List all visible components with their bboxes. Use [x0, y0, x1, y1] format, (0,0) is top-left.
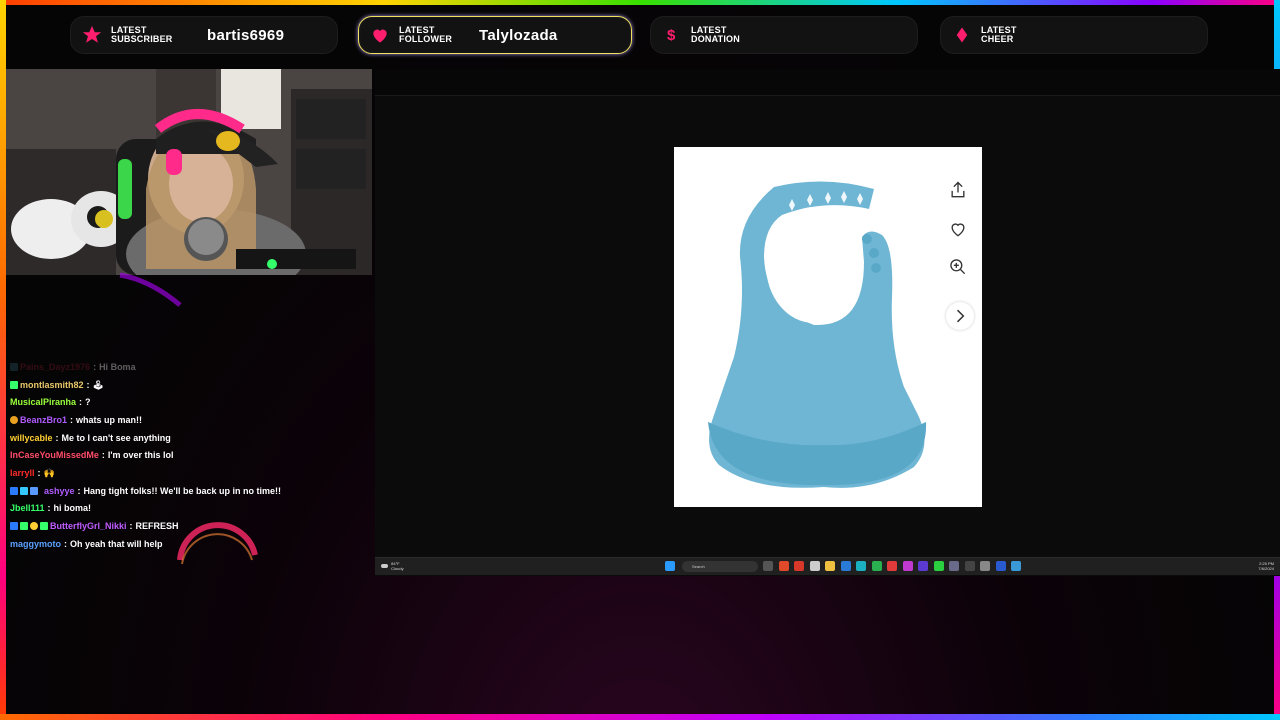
chat-badge-icon — [20, 486, 28, 495]
app-icon[interactable] — [778, 561, 789, 571]
app-icon[interactable] — [949, 561, 959, 571]
start-icon[interactable] — [665, 561, 675, 571]
chat-username[interactable]: MusicalPiranha — [10, 395, 76, 409]
share-button[interactable] — [944, 176, 972, 204]
star-icon — [81, 24, 103, 46]
taskbar-pinned-apps — [665, 561, 681, 571]
app-icon[interactable] — [964, 561, 975, 571]
product-image-card[interactable] — [674, 147, 982, 507]
chat-text: 🕹 — [92, 379, 104, 390]
decorative-glow-ring — [177, 522, 258, 565]
edge-icon[interactable] — [856, 561, 866, 571]
app-icon[interactable] — [840, 561, 851, 571]
cloud-icon — [381, 564, 388, 568]
spotify-icon[interactable] — [933, 561, 944, 571]
cheer-gem-icon — [951, 24, 973, 46]
alerts-bar: LATEST SUBSCRIBER bartis6969 LATEST FOLLOW… — [70, 16, 1210, 56]
taskbar-app-icons — [763, 561, 1027, 571]
latest-donation-alert: $ LATEST DONATION — [650, 16, 918, 54]
zoom-in-icon — [950, 259, 966, 275]
webcam-scene — [6, 69, 372, 275]
app-icon[interactable] — [794, 561, 804, 571]
app-icon[interactable] — [980, 561, 990, 571]
chat-text: Hang tight folks!! We'll be back up in n… — [83, 485, 282, 496]
chat-username[interactable]: montlasmith82 — [20, 378, 84, 392]
silicone-bib-image — [708, 181, 927, 488]
chat-badge-icon — [40, 522, 48, 531]
svg-text:$: $ — [667, 27, 676, 44]
chat-badge-icon — [20, 522, 28, 531]
chat-username[interactable]: InCaseYouMissedMe — [10, 448, 99, 462]
chat-text: whats up man!! — [76, 414, 143, 425]
chat-message: Pains_Dayz1976 : Hi Boma — [10, 358, 370, 376]
chat-badge-icon — [10, 362, 18, 371]
alert-label: LATEST CHEER — [981, 25, 1017, 44]
webcam-feed — [6, 69, 372, 275]
system-tray[interactable]: 2:25 PM 7/6/2024 — [1258, 561, 1274, 571]
app-icon[interactable] — [809, 561, 820, 571]
alert-label: LATEST FOLLOWER — [399, 25, 453, 44]
share-icon — [951, 181, 965, 198]
file-explorer-icon[interactable] — [825, 561, 835, 571]
chat-text: Me to I can't see anything — [61, 432, 171, 443]
latest-subscriber-alert: LATEST SUBSCRIBER bartis6969 — [70, 16, 338, 54]
chat-username[interactable]: willycable — [10, 431, 53, 445]
chat-message: montlasmith82 : 🕹 — [10, 376, 370, 394]
chat-username[interactable]: larryll — [10, 466, 35, 480]
chat-username[interactable]: Pains_Dayz1976 — [20, 360, 90, 374]
chat-text: I'm over this lol — [107, 450, 174, 461]
captured-browser-toolbar — [375, 69, 1280, 96]
chat-badge-icon — [10, 486, 18, 495]
chat-message: InCaseYouMissedMe : I'm over this lol — [10, 448, 174, 462]
app-icon[interactable] — [887, 561, 897, 571]
task-view-icon[interactable] — [763, 561, 773, 571]
latest-cheer-alert: LATEST CHEER — [940, 16, 1208, 54]
chat-text: Hi Boma — [99, 361, 136, 372]
chat-message: larryll : 🙌 — [10, 466, 55, 480]
alert-value: Talylozada — [479, 26, 558, 44]
chevron-right-icon — [956, 309, 965, 323]
chat-message: MusicalPiranha : ? — [10, 395, 91, 409]
chat-badge-icon — [10, 380, 18, 389]
chat-text: 🙌 — [43, 467, 55, 478]
chat-text: ? — [85, 397, 91, 408]
chat-username[interactable]: Jbell111 — [10, 501, 45, 515]
favorite-button[interactable] — [944, 215, 972, 243]
chat-username[interactable]: maggymoto — [10, 537, 61, 551]
rainbow-border-top — [0, 0, 1280, 5]
app-icon[interactable] — [995, 561, 1006, 571]
clock-date: 7/6/2024 — [1258, 566, 1274, 571]
decorative-glow-arc — [119, 272, 182, 307]
taskbar-search[interactable]: Search — [682, 561, 758, 572]
chat-username[interactable]: ashyye — [44, 484, 75, 498]
chat-text: Oh yeah that will help — [70, 538, 163, 549]
app-icon[interactable] — [918, 561, 928, 571]
chat-username[interactable]: ButterflyGrl_Nikki — [50, 519, 127, 533]
app-icon[interactable] — [902, 561, 913, 571]
heart-outline-icon — [951, 223, 965, 237]
chat-badge-icon — [10, 415, 18, 424]
next-image-button[interactable] — [946, 302, 974, 330]
chat-message: BeanzBro1 : whats up man!! — [10, 411, 370, 429]
weather-desc: Cloudy — [391, 566, 404, 571]
chat-text: hi boma! — [53, 503, 92, 514]
chat-badge-icon — [30, 522, 38, 531]
rainbow-border-bottom — [0, 714, 1280, 720]
chat-message: willycable : Me to I can't see anything — [10, 431, 171, 445]
alert-label: LATEST DONATION — [691, 25, 740, 44]
windows-taskbar: 84°F Cloudy Search 2:25 PM 7/6/2024 — [375, 557, 1280, 575]
chat-badge-icon — [10, 522, 18, 531]
alert-label: LATEST SUBSCRIBER — [111, 25, 173, 44]
app-icon[interactable] — [871, 561, 882, 571]
latest-follower-alert: LATEST FOLLOWER Talylozada — [358, 16, 632, 54]
app-icon[interactable] — [1011, 561, 1021, 571]
heart-icon — [369, 24, 391, 46]
alert-value: bartis6969 — [207, 26, 285, 44]
chat-badge-icon — [30, 486, 38, 495]
chat-username[interactable]: BeanzBro1 — [20, 413, 67, 427]
dollar-icon: $ — [661, 24, 683, 46]
chat-message: ashyye : Hang tight folks!! We'll be bac… — [10, 482, 370, 500]
zoom-button[interactable] — [944, 253, 972, 281]
weather-widget[interactable]: 84°F Cloudy — [381, 561, 404, 571]
